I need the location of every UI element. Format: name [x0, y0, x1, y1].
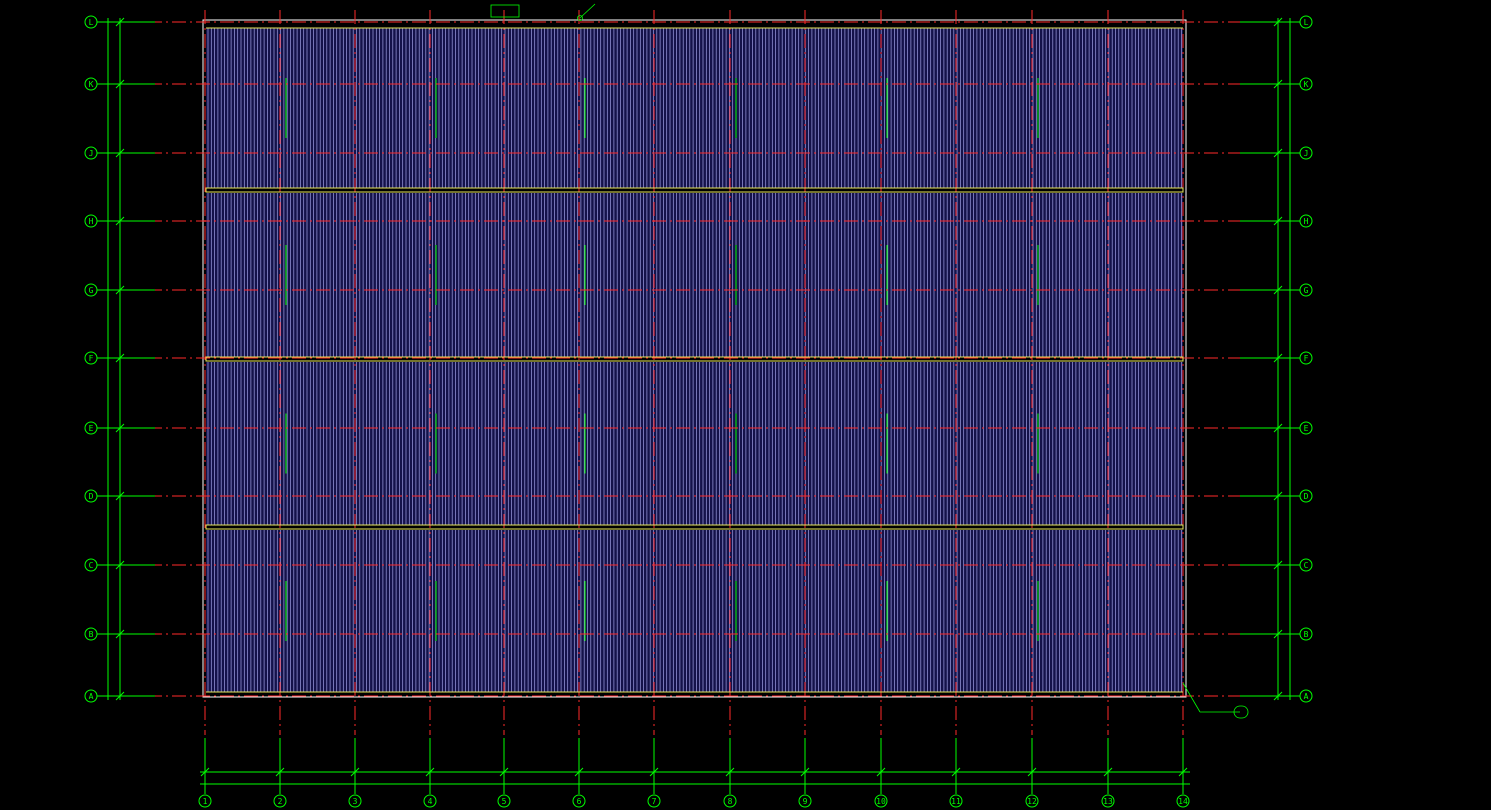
row-bubble-right-B: B — [1299, 627, 1313, 641]
axis-bubble-label: H — [1304, 217, 1309, 226]
axis-bubble-label: 13 — [1103, 797, 1113, 806]
row-bubble-left-C: C — [84, 558, 98, 572]
row-bubble-left-E: E — [84, 421, 98, 435]
axis-bubble-label: D — [89, 492, 94, 501]
axis-bubble-label: 1 — [203, 797, 208, 806]
col-bubble-12: 12 — [1025, 794, 1039, 808]
col-bubble-13: 13 — [1101, 794, 1115, 808]
axis-bubble-label: F — [1304, 354, 1309, 363]
row-bubble-left-K: K — [84, 77, 98, 91]
axis-bubble-label: C — [1304, 561, 1309, 570]
row-bubble-left-D: D — [84, 489, 98, 503]
col-bubble-2: 2 — [273, 794, 287, 808]
axis-bubble-label: A — [1304, 692, 1309, 701]
col-bubble-8: 8 — [723, 794, 737, 808]
row-bubble-right-D: D — [1299, 489, 1313, 503]
row-bubble-right-L: L — [1299, 15, 1313, 29]
axis-bubble-label: K — [89, 80, 94, 89]
row-bubble-left-J: J — [84, 146, 98, 160]
axis-bubble-label: F — [89, 354, 94, 363]
row-bubble-left-B: B — [84, 627, 98, 641]
col-bubble-11: 11 — [949, 794, 963, 808]
axis-bubble-label: D — [1304, 492, 1309, 501]
axis-bubble-label: 12 — [1027, 797, 1037, 806]
axis-bubble-label: 2 — [278, 797, 283, 806]
axis-bubble-label: B — [89, 630, 94, 639]
col-bubble-5: 5 — [497, 794, 511, 808]
row-bubble-right-C: C — [1299, 558, 1313, 572]
axis-bubble-label: 14 — [1178, 797, 1188, 806]
row-bubble-right-F: F — [1299, 351, 1313, 365]
axis-bubble-label: C — [89, 561, 94, 570]
row-bubble-right-A: A — [1299, 689, 1313, 703]
axis-bubble-label: 4 — [428, 797, 433, 806]
col-bubble-9: 9 — [798, 794, 812, 808]
row-bubble-left-L: L — [84, 15, 98, 29]
col-bubble-10: 10 — [874, 794, 888, 808]
axis-bubble-label: 3 — [353, 797, 358, 806]
row-bubble-right-G: G — [1299, 283, 1313, 297]
axis-bubble-label: K — [1304, 80, 1309, 89]
row-bubble-left-H: H — [84, 214, 98, 228]
axis-bubble-label: J — [1304, 149, 1309, 158]
axis-bubble-label: L — [1304, 18, 1309, 27]
axis-bubble-label: E — [89, 424, 94, 433]
axis-bubble-label: 8 — [728, 797, 733, 806]
axis-bubble-label: B — [1304, 630, 1309, 639]
row-bubble-right-J: J — [1299, 146, 1313, 160]
col-bubble-7: 7 — [647, 794, 661, 808]
axis-bubble-label: G — [1304, 286, 1309, 295]
axis-bubble-label: G — [89, 286, 94, 295]
row-bubble-left-G: G — [84, 283, 98, 297]
roof-plan-drawing: L LK KJ JH HG GF FE ED DC CB BA A1 2 3 4 5 6 7 8 9 10 11 12 13 1… — [0, 0, 1491, 810]
row-bubble-left-F: F — [84, 351, 98, 365]
row-bubble-right-E: E — [1299, 421, 1313, 435]
axis-bubble-label: 9 — [803, 797, 808, 806]
axis-bubble-label: L — [89, 18, 94, 27]
col-bubble-4: 4 — [423, 794, 437, 808]
col-bubble-6: 6 — [572, 794, 586, 808]
row-bubble-right-H: H — [1299, 214, 1313, 228]
axis-bubble-label: J — [89, 149, 94, 158]
axis-bubble-label: A — [89, 692, 94, 701]
axis-bubble-label: 10 — [876, 797, 886, 806]
axis-bubble-label: 11 — [951, 797, 961, 806]
axis-bubble-label: 7 — [652, 797, 657, 806]
row-bubble-left-A: A — [84, 689, 98, 703]
axis-bubble-label: 5 — [502, 797, 507, 806]
axis-bubble-label: 6 — [577, 797, 582, 806]
col-bubble-1: 1 — [198, 794, 212, 808]
row-bubble-right-K: K — [1299, 77, 1313, 91]
axis-bubble-label: E — [1304, 424, 1309, 433]
col-bubble-14: 14 — [1176, 794, 1190, 808]
axis-bubble-label: H — [89, 217, 94, 226]
col-bubble-3: 3 — [348, 794, 362, 808]
